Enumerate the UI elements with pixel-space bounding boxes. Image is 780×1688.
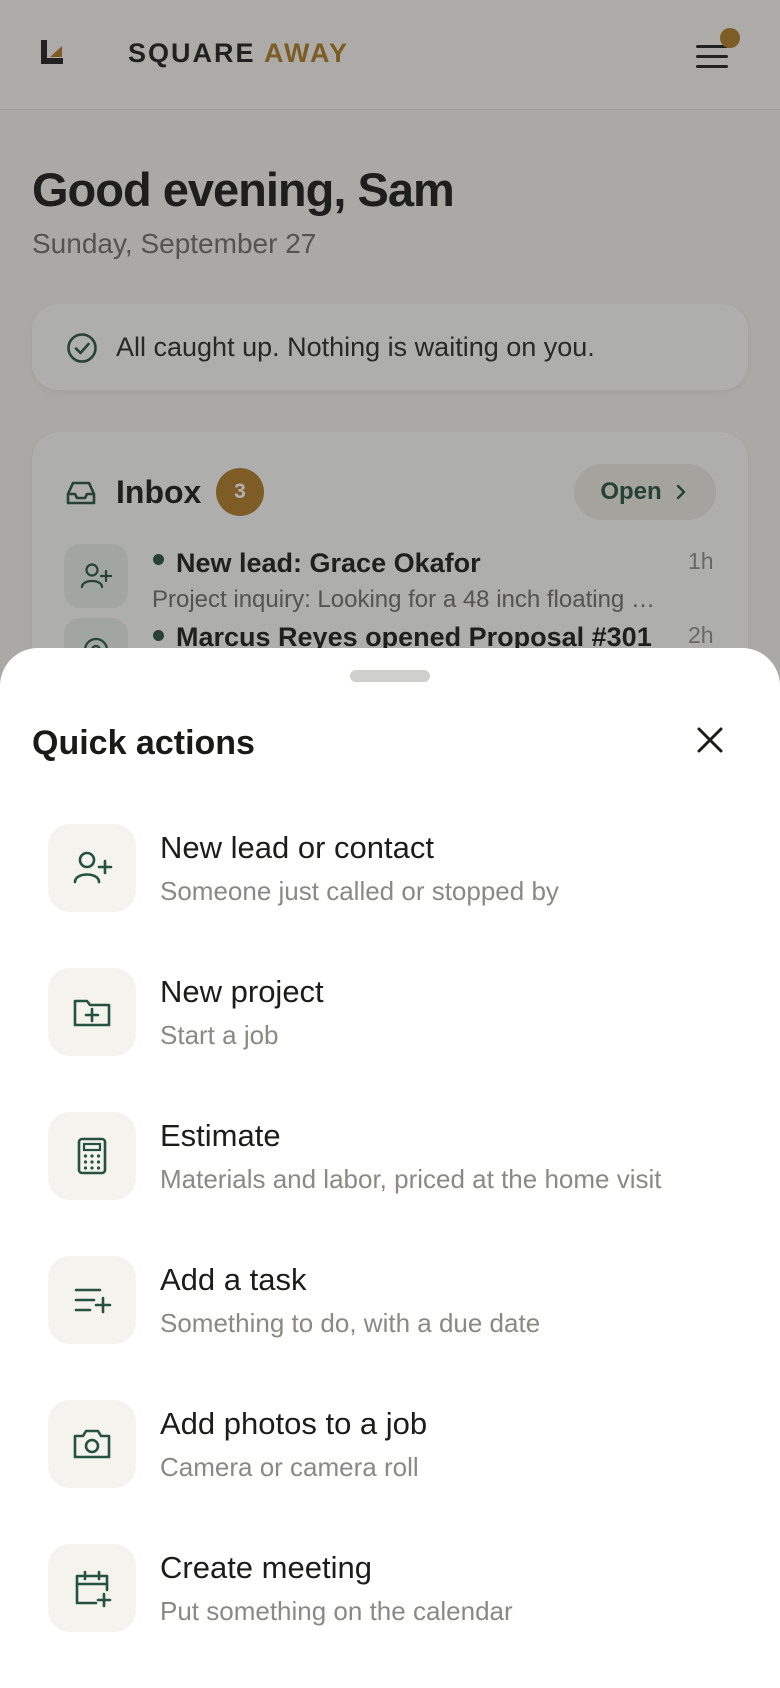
action-label: Add a task bbox=[160, 1262, 307, 1297]
calculator-icon bbox=[77, 1137, 107, 1175]
action-icon-tile bbox=[48, 968, 136, 1056]
sheet-title: Quick actions bbox=[32, 724, 255, 762]
action-subtitle: Put something on the calendar bbox=[160, 1596, 513, 1626]
action-icon-tile bbox=[48, 1544, 136, 1632]
calendar-plus-icon bbox=[75, 1570, 112, 1608]
folder-plus-icon bbox=[73, 999, 111, 1027]
action-add-photos[interactable]: Add photos to a job Camera or camera rol… bbox=[48, 1400, 748, 1490]
action-subtitle: Materials and labor, priced at the home … bbox=[160, 1164, 662, 1194]
close-button[interactable] bbox=[690, 720, 730, 760]
action-create-meeting[interactable]: Create meeting Put something on the cale… bbox=[48, 1544, 748, 1634]
action-label: New lead or contact bbox=[160, 830, 434, 865]
action-icon-tile bbox=[48, 1400, 136, 1488]
user-plus-icon bbox=[73, 851, 113, 884]
action-label: Create meeting bbox=[160, 1550, 372, 1585]
action-new-lead[interactable]: New lead or contact Someone just called … bbox=[48, 824, 748, 914]
action-subtitle: Something to do, with a due date bbox=[160, 1308, 541, 1338]
action-new-project[interactable]: New project Start a job bbox=[48, 968, 748, 1058]
action-label: Add photos to a job bbox=[160, 1406, 428, 1441]
action-estimate[interactable]: Estimate Materials and labor, priced at … bbox=[48, 1112, 748, 1202]
action-subtitle: Start a job bbox=[160, 1020, 279, 1050]
action-add-task[interactable]: Add a task Something to do, with a due d… bbox=[48, 1256, 748, 1346]
action-icon-tile bbox=[48, 1256, 136, 1344]
quick-actions-sheet: Quick actions New lead or contact Someon… bbox=[0, 648, 780, 1688]
action-label: New project bbox=[160, 974, 324, 1009]
action-subtitle: Camera or camera roll bbox=[160, 1452, 419, 1482]
action-subtitle: Someone just called or stopped by bbox=[160, 876, 559, 906]
close-icon bbox=[697, 727, 723, 753]
sheet-drag-handle[interactable] bbox=[350, 670, 430, 682]
action-label: Estimate bbox=[160, 1118, 281, 1153]
list-plus-icon bbox=[74, 1288, 112, 1314]
action-icon-tile bbox=[48, 1112, 136, 1200]
camera-icon bbox=[73, 1429, 111, 1459]
action-icon-tile bbox=[48, 824, 136, 912]
